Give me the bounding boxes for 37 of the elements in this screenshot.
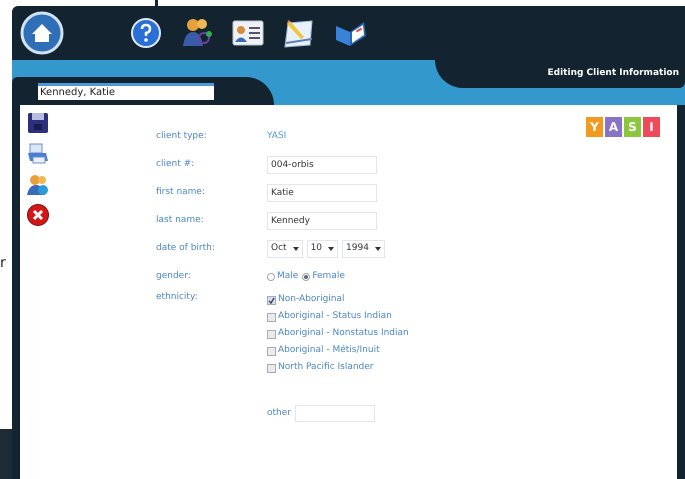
printer-icon[interactable] [26,141,50,165]
yasi-logo: Y A S I [586,117,660,139]
delete-icon[interactable] [26,203,50,227]
help-icon[interactable] [130,17,162,49]
text-field[interactable]: 004-orbis [267,156,377,174]
field-label: client type: [156,130,208,144]
ethnicity-checkbox[interactable]: Non-Aboriginal [267,293,409,307]
page-title: Editing Client Information [548,67,679,80]
gender-radio[interactable]: Female [302,270,345,284]
ethnicity-checkbox[interactable]: Aboriginal - Nonstatus Indian [267,327,409,341]
other-label: other [267,406,291,420]
client-name-field[interactable]: Kennedy, Katie [38,82,214,100]
text-field[interactable]: Katie [267,184,377,202]
caret-icon [292,247,299,251]
ethnicity-checkbox[interactable]: Aboriginal - Métis/Inuit [267,344,409,358]
other-field[interactable] [294,405,375,422]
gender-radio[interactable]: Male [267,270,298,284]
caret-icon [328,247,334,251]
home-icon[interactable] [20,11,64,55]
ethnicity-checkbox[interactable]: Aboriginal - Status Indian [267,310,409,324]
field-label: client #: [156,158,196,172]
caret-icon [374,247,381,251]
field-label: first name: [156,186,206,200]
field-label: last name: [156,214,205,228]
people-icon[interactable] [26,173,50,197]
year-select[interactable]: 1994 [342,240,385,258]
id-card-icon[interactable] [232,20,264,46]
checkmark-icon [268,296,275,304]
ethnicity-checkbox[interactable]: North Pacific Islander [267,361,409,375]
field-label: ethnicity: [156,291,199,304]
field-label: date of birth: [156,242,216,256]
month-select[interactable]: Oct [267,240,303,258]
cut-off-text: r [0,256,7,270]
field-label: gender: [156,270,192,284]
text-field[interactable]: Kennedy [267,212,377,230]
day-select[interactable]: 10 [306,240,338,258]
client-type-value: YASI [267,130,286,144]
